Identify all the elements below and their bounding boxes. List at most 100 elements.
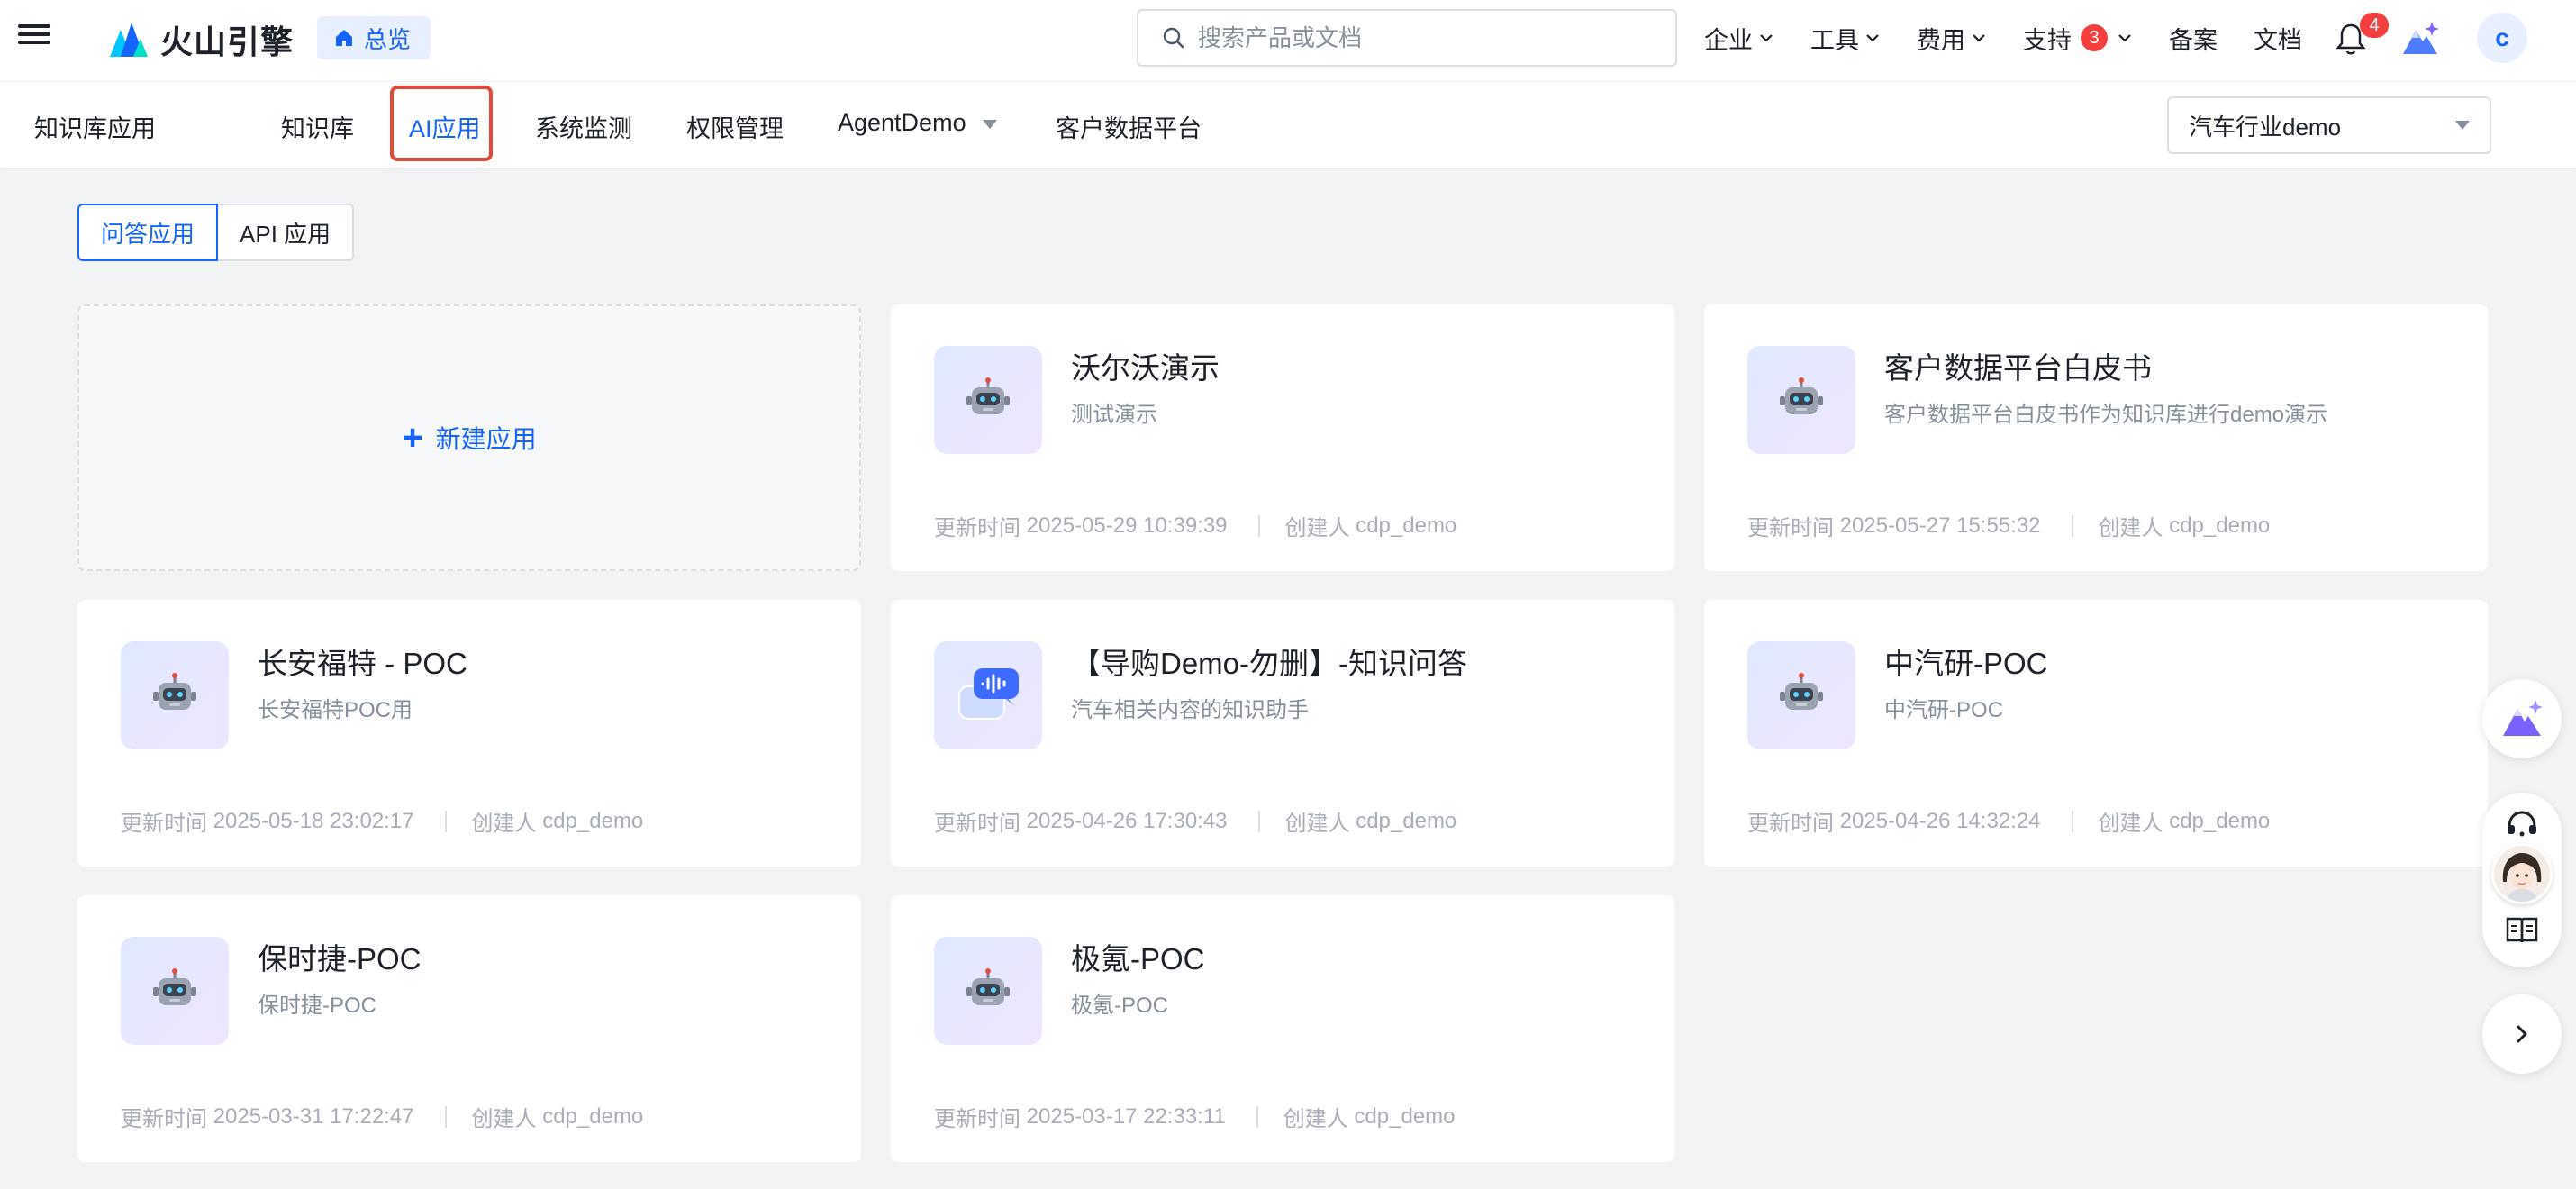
tab-qa-apps[interactable]: 问答应用 <box>77 204 219 261</box>
creator-name: cdp_demo <box>542 1103 644 1129</box>
volcengine-logo[interactable]: 火山引擎 <box>106 16 294 63</box>
expand-sidebar-button[interactable] <box>2482 994 2562 1074</box>
app-description: 汽车相关内容的知识助手 <box>1071 698 1309 722</box>
app-card[interactable]: 保时捷-POC 保时捷-POC 更新时间 2025-03-31 17:22:47… <box>77 895 861 1162</box>
caret-down-icon <box>2455 121 2470 130</box>
app-meta: 更新时间 2025-03-31 17:22:47 创建人 cdp_demo <box>121 1103 644 1132</box>
nav-agentdemo[interactable]: AgentDemo <box>838 109 997 137</box>
app-title[interactable]: 客户数据平台白皮书 <box>1884 344 2152 387</box>
chevron-down-icon <box>1866 34 1879 42</box>
divider <box>2071 514 2073 537</box>
search-box[interactable] <box>1137 9 1677 67</box>
app-title[interactable]: 长安福特 - POC <box>258 640 467 683</box>
assistant-avatar[interactable] <box>2491 843 2553 904</box>
app-icon <box>934 346 1042 454</box>
app-icon <box>121 641 229 749</box>
app-icon <box>934 641 1042 749</box>
app-card[interactable]: 客户数据平台白皮书 客户数据平台白皮书作为知识库进行demo演示 更新时间 20… <box>1704 304 2488 571</box>
tab-api-apps[interactable]: API 应用 <box>218 204 355 261</box>
app-meta: 更新时间 2025-05-27 15:55:32 创建人 cdp_demo <box>1747 513 2271 541</box>
customer-service-button[interactable] <box>2504 807 2540 843</box>
app-card[interactable]: 中汽研-POC 中汽研-POC 更新时间 2025-04-26 14:32:24… <box>1704 600 2488 867</box>
app-description: 测试演示 <box>1071 403 1157 427</box>
docs-book-button[interactable] <box>2504 912 2540 948</box>
menu-support[interactable]: 支持 3 <box>2023 21 2133 56</box>
divider <box>444 810 447 832</box>
app-icon <box>121 937 229 1045</box>
top-bar: 火山引擎 总览 企业 工具 费用 支持 3 <box>0 0 2576 81</box>
creator-name: cdp_demo <box>542 808 644 833</box>
chevron-down-icon <box>1760 34 1773 42</box>
robot-icon <box>1780 673 1823 710</box>
logo-text: 火山引擎 <box>160 23 295 60</box>
menu-tools[interactable]: 工具 <box>1810 21 1881 56</box>
home-icon <box>336 30 352 46</box>
creator-name: cdp_demo <box>2169 808 2271 833</box>
knowledge-base-select[interactable]: 汽车行业demo <box>2167 96 2491 154</box>
menu-billing[interactable]: 费用 <box>1917 21 1987 56</box>
app-description: 客户数据平台白皮书作为知识库进行demo演示 <box>1884 403 2328 427</box>
app-icon <box>1747 641 1855 749</box>
nav-customer-data-platform[interactable]: 客户数据平台 <box>1056 109 1202 144</box>
app-card[interactable]: 长安福特 - POC 长安福特POC用 更新时间 2025-05-18 23:0… <box>77 600 861 867</box>
ai-assistant-button[interactable] <box>2399 18 2441 59</box>
app-description: 保时捷-POC <box>258 994 376 1018</box>
robot-icon <box>1780 377 1823 414</box>
divider <box>1257 810 1260 832</box>
app-name: 知识库应用 <box>34 115 156 142</box>
app-meta: 更新时间 2025-05-18 23:02:17 创建人 cdp_demo <box>121 808 644 837</box>
menu-docs[interactable]: 文档 <box>2254 21 2302 56</box>
knowledge-base-select-value: 汽车行业demo <box>2189 113 2342 141</box>
app-title[interactable]: 保时捷-POC <box>258 935 422 978</box>
divider <box>1256 1105 1258 1128</box>
top-menu: 企业 工具 费用 支持 3 备案 文档 <box>1704 0 2338 76</box>
menu-icon[interactable] <box>18 22 50 54</box>
creator-name: cdp_demo <box>2169 513 2271 538</box>
notification-badge: 4 <box>2360 13 2389 38</box>
updated-time: 2025-04-26 17:30:43 <box>1026 808 1228 833</box>
support-badge: 3 <box>2081 24 2108 51</box>
updated-time: 2025-04-26 14:32:24 <box>1839 808 2041 833</box>
user-avatar[interactable]: c <box>2477 13 2527 63</box>
sub-navigation: 知识库应用 知识库 AI应用 系统监测 权限管理 AgentDemo 客户数据平… <box>0 81 2576 168</box>
mountain-sparkle-icon <box>2503 700 2543 736</box>
plus-icon: + <box>402 418 423 458</box>
app-title[interactable]: 中汽研-POC <box>1884 640 2048 683</box>
new-app-card[interactable]: + 新建应用 <box>77 304 861 571</box>
app-card[interactable]: 极氪-POC 极氪-POC 更新时间 2025-03-17 22:33:11 创… <box>891 895 1674 1162</box>
app-title[interactable]: 【导购Demo-勿删】-知识问答 <box>1071 640 1467 683</box>
app-type-tabs: 问答应用 API 应用 <box>77 204 355 261</box>
ai-assistant-float-button[interactable] <box>2482 679 2562 758</box>
headset-icon <box>2508 811 2536 837</box>
menu-filing[interactable]: 备案 <box>2169 21 2218 56</box>
updated-time: 2025-05-18 23:02:17 <box>213 808 414 833</box>
search-icon <box>1163 27 1184 49</box>
caret-down-icon <box>982 119 997 129</box>
app-title[interactable]: 极氪-POC <box>1071 935 1205 978</box>
app-icon <box>934 937 1042 1045</box>
app-title[interactable]: 沃尔沃演示 <box>1071 344 1220 387</box>
menu-enterprise[interactable]: 企业 <box>1704 21 1774 56</box>
robot-icon <box>966 968 1010 1005</box>
robot-icon <box>153 673 196 710</box>
creator-name: cdp_demo <box>1356 808 1457 833</box>
overview-button[interactable]: 总览 <box>317 16 431 59</box>
chevron-down-icon <box>1973 34 1985 42</box>
chevron-down-icon <box>2118 34 2131 42</box>
nav-system-monitoring[interactable]: 系统监测 <box>535 109 632 144</box>
app-description: 极氪-POC <box>1071 994 1168 1018</box>
creator-name: cdp_demo <box>1356 513 1457 538</box>
nav-knowledge-base[interactable]: 知识库 <box>281 109 354 144</box>
app-description: 长安福特POC用 <box>258 698 413 722</box>
app-card[interactable]: 沃尔沃演示 测试演示 更新时间 2025-05-29 10:39:39 创建人 … <box>891 304 1674 571</box>
nav-permission-management[interactable]: 权限管理 <box>686 109 784 144</box>
new-app-button[interactable]: + 新建应用 <box>402 420 536 456</box>
updated-time: 2025-03-17 22:33:11 <box>1026 1103 1226 1129</box>
creator-name: cdp_demo <box>1354 1103 1456 1129</box>
search-input[interactable] <box>1198 23 1648 52</box>
divider <box>444 1105 447 1128</box>
divider <box>1257 514 1260 537</box>
app-card[interactable]: 【导购Demo-勿删】-知识问答 汽车相关内容的知识助手 更新时间 2025-0… <box>891 600 1674 867</box>
chat-bubble-icon <box>958 668 1019 720</box>
nav-ai-apps[interactable]: AI应用 <box>409 109 481 144</box>
